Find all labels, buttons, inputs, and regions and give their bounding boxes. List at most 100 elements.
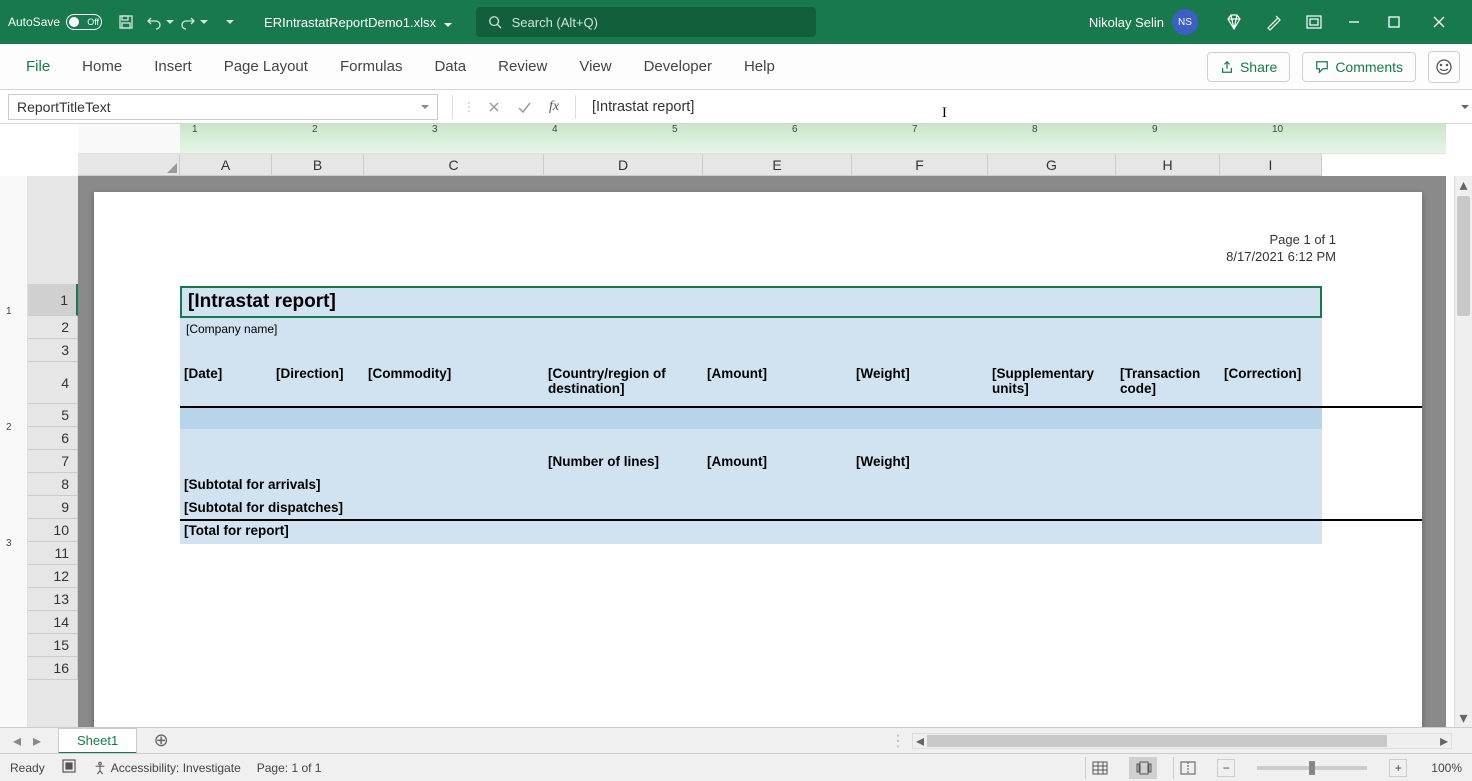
hdr-country[interactable]: [Country/region of destination] (544, 364, 703, 406)
ribbon-mode-icon[interactable] (1294, 7, 1334, 37)
pen-icon[interactable] (1254, 7, 1294, 37)
hdr-trans[interactable]: [Transaction code] (1116, 364, 1220, 406)
view-normal-icon[interactable] (1085, 757, 1113, 779)
zoom-value[interactable]: 100% (1431, 761, 1462, 775)
hdr-corr[interactable]: [Correction] (1220, 364, 1322, 406)
subtotal-arrivals[interactable]: [Subtotal for arrivals] (180, 475, 1322, 498)
save-icon[interactable] (110, 7, 142, 37)
hscroll-thumb[interactable] (927, 735, 1387, 747)
tab-developer[interactable]: Developer (630, 48, 726, 85)
tab-file[interactable]: File (12, 48, 64, 85)
scroll-up-icon[interactable]: ▴ (1455, 176, 1472, 194)
search-box[interactable]: Search (Alt+Q) (476, 7, 816, 37)
cancel-formula-icon[interactable] (479, 94, 509, 120)
feedback-icon[interactable] (1428, 51, 1460, 83)
col-header-e[interactable]: E (703, 154, 852, 176)
vscroll-thumb[interactable] (1457, 196, 1470, 316)
horizontal-ruler[interactable]: 12345678910 (78, 124, 1446, 154)
tab-home[interactable]: Home (68, 48, 136, 85)
col-header-g[interactable]: G (988, 154, 1116, 176)
row-header-13[interactable]: 13 (28, 588, 78, 611)
col-header-i[interactable]: I (1220, 154, 1322, 176)
sheet-canvas[interactable]: Page 1 of 1 8/17/2021 6:12 PM [Intrastat… (78, 176, 1446, 727)
scroll-left-icon[interactable]: ◂ (913, 734, 927, 748)
total-report[interactable]: [Total for report] (180, 521, 1322, 544)
fx-icon[interactable]: fx (539, 99, 569, 115)
select-all-corner[interactable] (78, 154, 180, 176)
row-header-4[interactable]: 4 (28, 362, 78, 404)
accessibility-status[interactable]: Accessibility: Investigate (93, 761, 241, 775)
zoom-in-icon[interactable]: + (1389, 759, 1407, 777)
name-box[interactable]: ReportTitleText (8, 94, 438, 120)
tab-view[interactable]: View (565, 48, 625, 85)
maximize-icon[interactable] (1374, 7, 1414, 37)
hdr-supp[interactable]: [Supplementary units] (988, 364, 1116, 406)
sub-amount[interactable]: [Amount] (703, 452, 852, 475)
hdr-amount[interactable]: [Amount] (703, 364, 852, 406)
row-header-9[interactable]: 9 (28, 496, 78, 519)
row-header-10[interactable]: 10 (28, 519, 78, 542)
row-header-6[interactable]: 6 (28, 427, 78, 450)
col-header-c[interactable]: C (364, 154, 544, 176)
close-icon[interactable] (1414, 7, 1464, 37)
row-header-8[interactable]: 8 (28, 473, 78, 496)
tab-insert[interactable]: Insert (140, 48, 206, 85)
macro-icon[interactable] (61, 758, 77, 777)
avatar[interactable]: NS (1172, 9, 1198, 35)
tab-help[interactable]: Help (730, 48, 789, 85)
hdr-direction[interactable]: [Direction] (272, 364, 364, 406)
row-header-2[interactable]: 2 (28, 316, 78, 339)
autosave[interactable]: AutoSave Off (8, 14, 102, 30)
qat-customize-icon[interactable] (212, 7, 244, 37)
col-header-b[interactable]: B (272, 154, 364, 176)
add-sheet-icon[interactable]: ⊕ (149, 729, 173, 753)
view-page-layout-icon[interactable] (1129, 757, 1157, 779)
view-page-break-icon[interactable] (1173, 757, 1201, 779)
row-header-3[interactable]: 3 (28, 339, 78, 362)
row-header-12[interactable]: 12 (28, 565, 78, 588)
accept-formula-icon[interactable] (509, 94, 539, 120)
sub-lines[interactable]: [Number of lines] (544, 452, 703, 475)
comments-button[interactable]: Comments (1302, 52, 1416, 82)
hdr-weight[interactable]: [Weight] (852, 364, 988, 406)
tab-data[interactable]: Data (420, 48, 480, 85)
user-name[interactable]: Nikolay Selin (1089, 15, 1164, 30)
col-header-a[interactable]: A (180, 154, 272, 176)
col-header-h[interactable]: H (1116, 154, 1220, 176)
hdr-date[interactable]: [Date] (180, 364, 272, 406)
autosave-toggle[interactable]: Off (66, 14, 102, 30)
share-button[interactable]: Share (1207, 52, 1290, 82)
row-header-16[interactable]: 16 (28, 657, 78, 680)
formula-input[interactable]: [Intrastat report] I (582, 99, 1454, 115)
row-header-11[interactable]: 11 (28, 542, 78, 565)
row-header-14[interactable]: 14 (28, 611, 78, 634)
horizontal-scrollbar[interactable]: ◂ ▸ (912, 733, 1452, 749)
tab-prev-icon[interactable]: ◂ (8, 732, 26, 750)
tab-next-icon[interactable]: ▸ (28, 732, 46, 750)
redo-icon[interactable] (178, 7, 210, 37)
row-header-7[interactable]: 7 (28, 450, 78, 473)
vertical-scrollbar[interactable]: ▴ ▾ (1454, 176, 1472, 727)
row-header-5[interactable]: 5 (28, 404, 78, 427)
row-header-1[interactable]: 1 (28, 284, 78, 316)
subtotal-dispatches[interactable]: [Subtotal for dispatches] (180, 498, 1322, 519)
tab-page-layout[interactable]: Page Layout (210, 48, 322, 85)
tab-formulas[interactable]: Formulas (326, 48, 417, 85)
sheet-tab-1[interactable]: Sheet1 (58, 728, 137, 754)
undo-icon[interactable] (144, 7, 176, 37)
scroll-right-icon[interactable]: ▸ (1437, 734, 1451, 748)
row-header-15[interactable]: 15 (28, 634, 78, 657)
zoom-out-icon[interactable]: − (1217, 759, 1235, 777)
company-cell[interactable]: [Company name] (180, 318, 1322, 341)
diamond-icon[interactable] (1214, 7, 1254, 37)
col-header-f[interactable]: F (852, 154, 988, 176)
minimize-icon[interactable] (1334, 7, 1374, 37)
zoom-thumb[interactable] (1309, 761, 1315, 775)
hdr-commodity[interactable]: [Commodity] (364, 364, 544, 406)
filename[interactable]: ERIntrastatReportDemo1.xlsx (264, 15, 452, 30)
col-header-d[interactable]: D (544, 154, 703, 176)
tab-review[interactable]: Review (484, 48, 561, 85)
scroll-down-icon[interactable]: ▾ (1455, 709, 1472, 727)
vertical-ruler[interactable]: 123 (0, 176, 28, 727)
sub-weight[interactable]: [Weight] (852, 452, 988, 475)
